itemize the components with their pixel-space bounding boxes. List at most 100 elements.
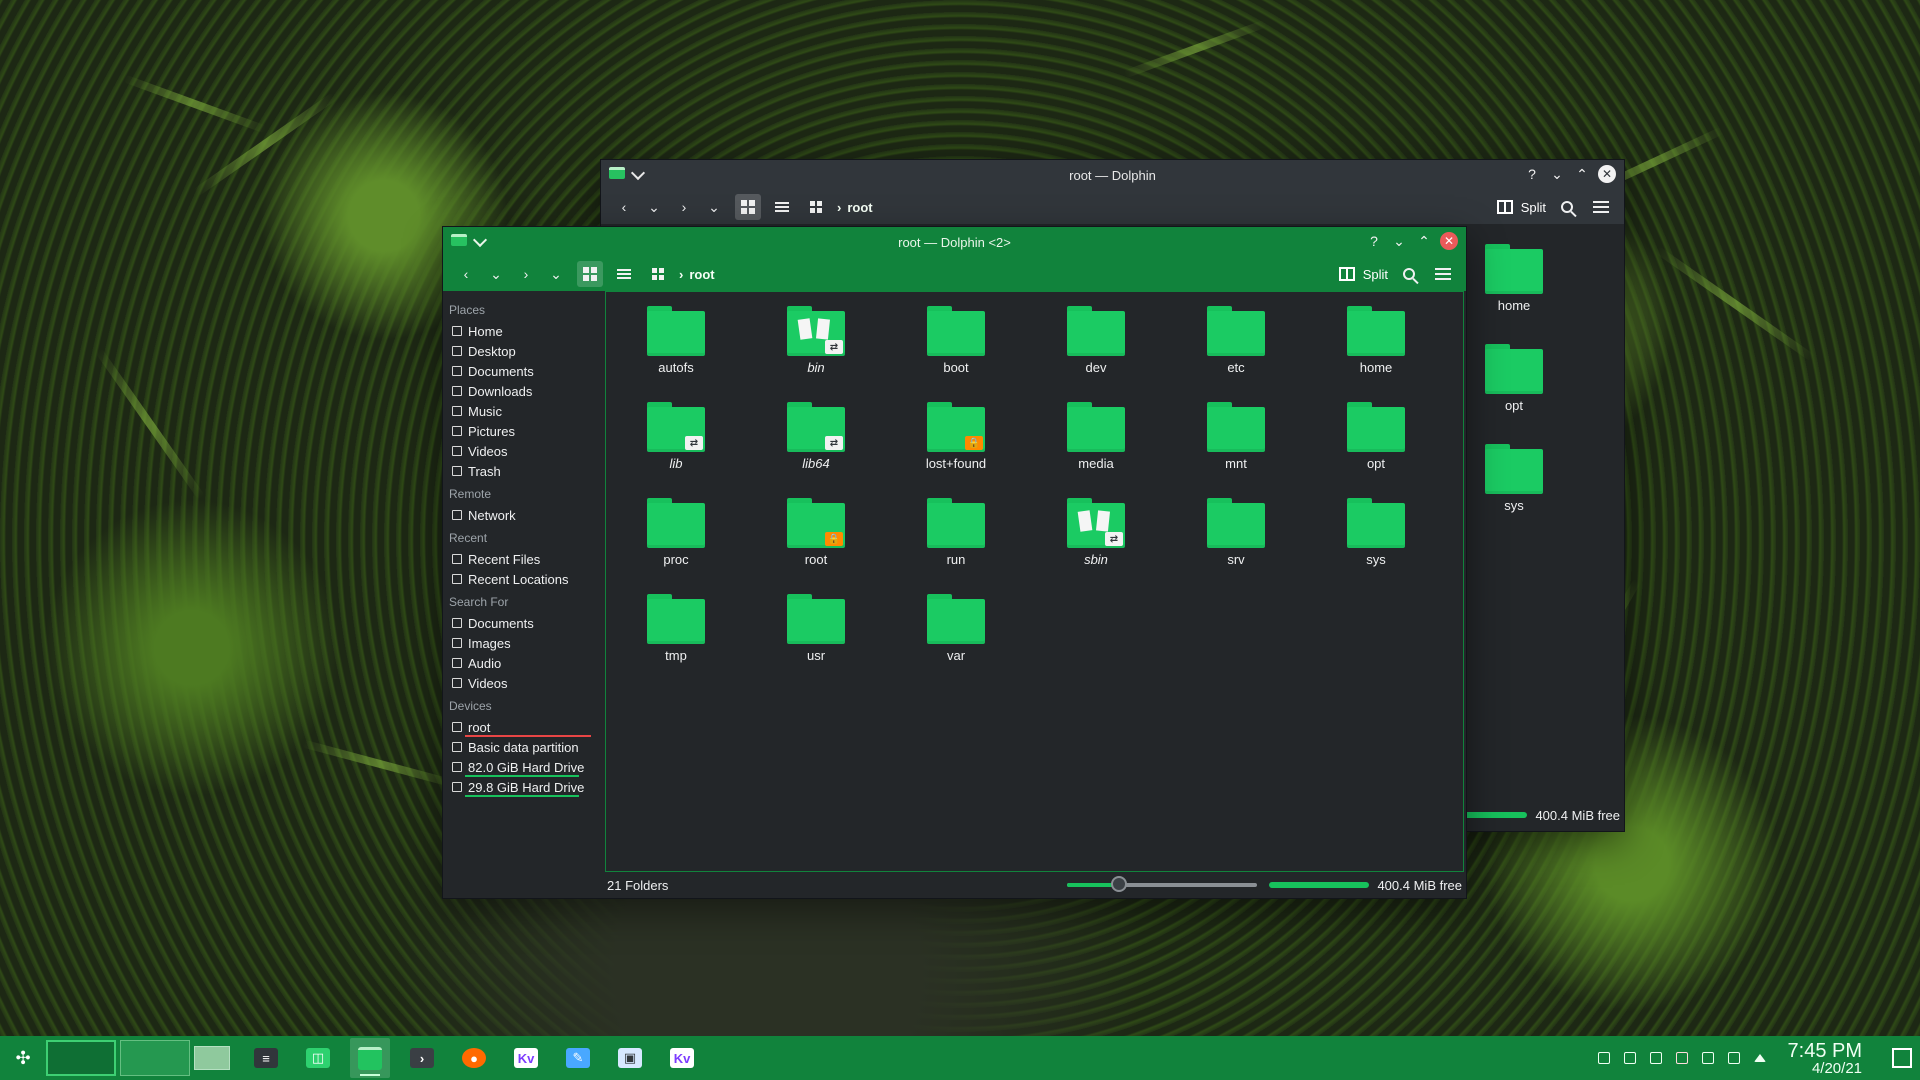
sidebar-item-videos[interactable]: Videos [447,673,599,693]
split-button[interactable]: Split [1496,200,1546,215]
kvantum-icon[interactable]: Kv [506,1038,546,1078]
sidebar-item-desktop[interactable]: Desktop [447,341,599,361]
breadcrumb[interactable]: › root [679,267,715,282]
list-item[interactable]: media [1026,398,1166,476]
list-item[interactable]: home [1306,302,1446,380]
list-item[interactable]: ⇄ lib [606,398,746,476]
discover-icon[interactable]: ◫ [298,1038,338,1078]
search-icon[interactable] [1554,194,1580,220]
list-item[interactable]: boot [886,302,1026,380]
tree-view-icon[interactable] [645,261,671,287]
expand-tray-icon[interactable] [1753,1054,1766,1062]
list-item[interactable]: var [886,590,1026,668]
list-item[interactable]: sys [1485,440,1543,518]
desktop-3-thumb[interactable] [194,1046,230,1070]
help-icon[interactable]: ? [1523,165,1541,183]
menu-icon[interactable] [1588,194,1614,220]
update-icon[interactable] [1597,1052,1610,1064]
list-item[interactable]: ⇄ bin [746,302,886,380]
list-item[interactable]: srv [1166,494,1306,572]
search-icon[interactable] [1396,261,1422,287]
sidebar-item-images[interactable]: Images [447,633,599,653]
list-item[interactable]: dev [1026,302,1166,380]
desktop-1-thumb[interactable] [46,1040,116,1076]
pin-icon[interactable] [630,165,646,181]
chevron-down-icon[interactable]: ⌄ [543,261,569,287]
file-view[interactable]: autofs ⇄ bin boot dev etc home ⇄ lib ⇄ lib64 🔒 lost+… [605,291,1464,872]
sidebar-item-recent-locations[interactable]: Recent Locations [447,569,599,589]
sidebar-item-downloads[interactable]: Downloads [447,381,599,401]
sidebar-item-documents[interactable]: Documents [447,613,599,633]
list-item[interactable]: run [886,494,1026,572]
details-view-icon[interactable] [611,261,637,287]
kvantum-manager-icon[interactable]: Kv [662,1038,702,1078]
desktop-2-thumb[interactable] [120,1040,190,1076]
tree-view-icon[interactable] [803,194,829,220]
list-item[interactable]: opt [1485,340,1543,418]
list-item[interactable]: etc [1166,302,1306,380]
back-icon[interactable]: ‹ [453,261,479,287]
terminal-icon[interactable]: › [402,1038,442,1078]
list-item[interactable]: ⇄ sbin [1026,494,1166,572]
forward-icon[interactable]: › [671,194,697,220]
sidebar-item-pictures[interactable]: Pictures [447,421,599,441]
application-launcher-icon[interactable]: ✣ [8,1043,38,1073]
list-item[interactable]: opt [1306,398,1446,476]
clipboard-icon[interactable] [1623,1052,1636,1064]
sidebar-item-home[interactable]: Home [447,321,599,341]
zoom-slider[interactable] [1067,876,1258,892]
minimize-icon[interactable]: ⌄ [1390,232,1408,250]
forward-icon[interactable]: › [513,261,539,287]
sidebar-item-recent-files[interactable]: Recent Files [447,549,599,569]
close-icon[interactable]: ✕ [1598,165,1616,183]
dolphin-window-front[interactable]: root — Dolphin <2> ? ⌄ ⌃ ✕ ‹ ⌄ › ⌄ › roo… [442,226,1467,899]
list-item[interactable]: sys [1306,494,1446,572]
menu-icon[interactable] [1430,261,1456,287]
minimize-icon[interactable]: ⌄ [1548,165,1566,183]
details-view-icon[interactable] [769,194,795,220]
breadcrumb[interactable]: › root [837,200,873,215]
icons-view-icon[interactable] [735,194,761,220]
chevron-down-icon[interactable]: ⌄ [641,194,667,220]
pin-icon[interactable] [472,232,488,248]
list-item[interactable]: 🔒 lost+found [886,398,1026,476]
list-item[interactable]: autofs [606,302,746,380]
breadcrumb-current[interactable]: root [847,200,872,215]
list-item[interactable]: proc [606,494,746,572]
maximize-icon[interactable]: ⌃ [1573,165,1591,183]
back-icon[interactable]: ‹ [611,194,637,220]
close-icon[interactable]: ✕ [1440,232,1458,250]
zoom-handle[interactable] [1110,876,1127,892]
sidebar-item-music[interactable]: Music [447,401,599,421]
show-desktop-icon[interactable] [1892,1048,1912,1068]
list-item[interactable]: mnt [1166,398,1306,476]
list-item[interactable]: tmp [606,590,746,668]
list-item[interactable]: home [1485,240,1543,318]
system-settings-icon[interactable]: ≡ [246,1038,286,1078]
sidebar-item-documents[interactable]: Documents [447,361,599,381]
sidebar-item-trash[interactable]: Trash [447,461,599,481]
sidebar-item-videos[interactable]: Videos [447,441,599,461]
sidebar-item-network[interactable]: Network [447,505,599,525]
volume-icon[interactable] [1649,1052,1662,1064]
digital-clock[interactable]: 7:45 PM 4/20/21 [1788,1041,1862,1076]
split-button[interactable]: Split [1338,267,1388,282]
breadcrumb-current[interactable]: root [689,267,714,282]
sidebar-item-82-0-gib-hard-drive[interactable]: 82.0 GiB Hard Drive [447,757,599,777]
icons-view-icon[interactable] [577,261,603,287]
kate-icon[interactable]: ✎ [558,1038,598,1078]
list-item[interactable]: 🔒 root [746,494,886,572]
dolphin-icon[interactable] [350,1038,390,1078]
sidebar-item-29-8-gib-hard-drive[interactable]: 29.8 GiB Hard Drive [447,777,599,797]
titlebar[interactable]: root — Dolphin <2> ? ⌄ ⌃ ✕ [443,227,1466,257]
list-item[interactable]: ⇄ lib64 [746,398,886,476]
titlebar[interactable]: root — Dolphin ? ⌄ ⌃ ✕ [601,160,1624,190]
sidebar-item-basic-data-partition[interactable]: Basic data partition [447,737,599,757]
chevron-down-icon[interactable]: ⌄ [483,261,509,287]
maximize-icon[interactable]: ⌃ [1415,232,1433,250]
screenshot-icon[interactable]: ▣ [610,1038,650,1078]
list-item[interactable]: usr [746,590,886,668]
network-disconnected-icon[interactable] [1675,1052,1688,1064]
firefox-icon[interactable]: ● [454,1038,494,1078]
battery-icon[interactable] [1701,1052,1714,1064]
